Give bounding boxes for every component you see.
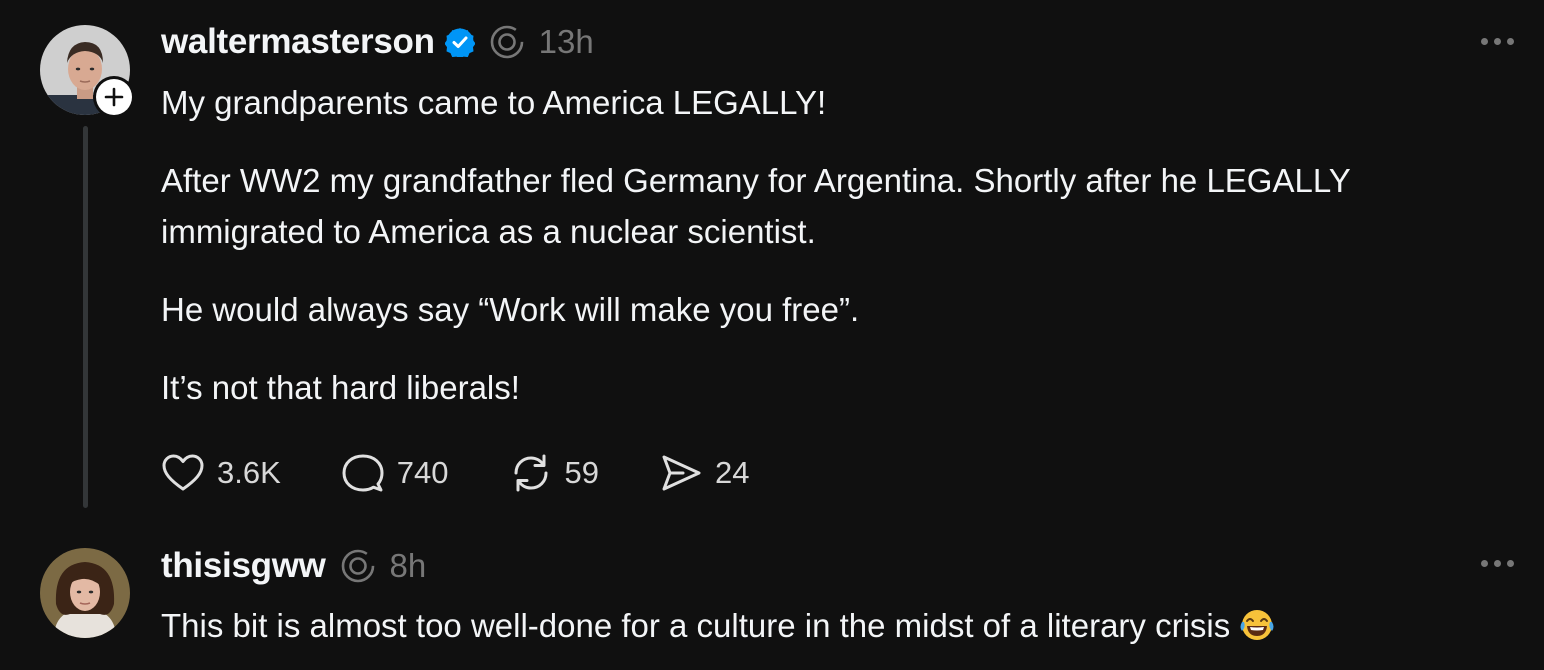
post-body: My grandparents came to America LEGALLY!… <box>161 77 1491 440</box>
post-header: waltermasterson 13h <box>161 22 594 62</box>
repost-button[interactable]: 59 <box>509 452 599 494</box>
reply-count: 740 <box>396 455 449 490</box>
post-paragraph: He would always say “Work will make you … <box>161 291 860 328</box>
repost-count: 59 <box>564 455 599 490</box>
post-paragraph: After WW2 my grandfather fled Germany fo… <box>161 162 1351 250</box>
more-horizontal-icon[interactable] <box>1481 38 1514 45</box>
thread-line <box>83 126 88 508</box>
post-actions: 3.6K 740 59 24 <box>161 448 809 498</box>
post-paragraph: My grandparents came to America LEGALLY! <box>161 84 827 121</box>
repost-arrows-icon <box>514 454 548 492</box>
post-thisisgww[interactable]: thisisgww 8h This bit is almost too well… <box>0 520 1544 670</box>
send-paper-plane-icon <box>662 455 701 491</box>
share-count: 24 <box>715 455 750 490</box>
reply-button[interactable]: 740 <box>341 452 449 494</box>
comment-bubble-icon <box>342 454 384 492</box>
username[interactable]: waltermasterson <box>161 22 435 62</box>
share-button[interactable]: 24 <box>659 452 749 494</box>
post-waltermasterson[interactable]: waltermasterson 13h My grandparents came… <box>0 0 1544 520</box>
follow-button[interactable] <box>93 76 135 118</box>
username[interactable]: thisisgww <box>161 546 326 586</box>
avatar-photo <box>40 548 130 638</box>
timestamp: 8h <box>389 547 427 584</box>
post-paragraph-text: This bit is almost too well-done for a c… <box>161 607 1231 644</box>
threads-spiral-icon <box>340 548 376 584</box>
threads-spiral-icon <box>489 24 525 60</box>
post-paragraph: This bit is almost too well-done for a c… <box>161 600 1491 657</box>
more-horizontal-icon[interactable] <box>1481 560 1514 567</box>
plus-icon <box>104 87 124 107</box>
avatar-thisisgww[interactable] <box>40 548 130 638</box>
timestamp: 13h <box>538 23 594 60</box>
heart-icon <box>162 454 204 491</box>
like-count: 3.6K <box>217 455 281 490</box>
post-header: thisisgww 8h <box>161 546 426 586</box>
post-body: This bit is almost too well-done for a c… <box>161 600 1491 657</box>
laughing-crying-emoji-icon <box>1238 606 1276 657</box>
verified-badge-icon <box>444 27 475 57</box>
post-paragraph: It’s not that hard liberals! <box>161 369 520 406</box>
like-button[interactable]: 3.6K <box>161 452 281 494</box>
